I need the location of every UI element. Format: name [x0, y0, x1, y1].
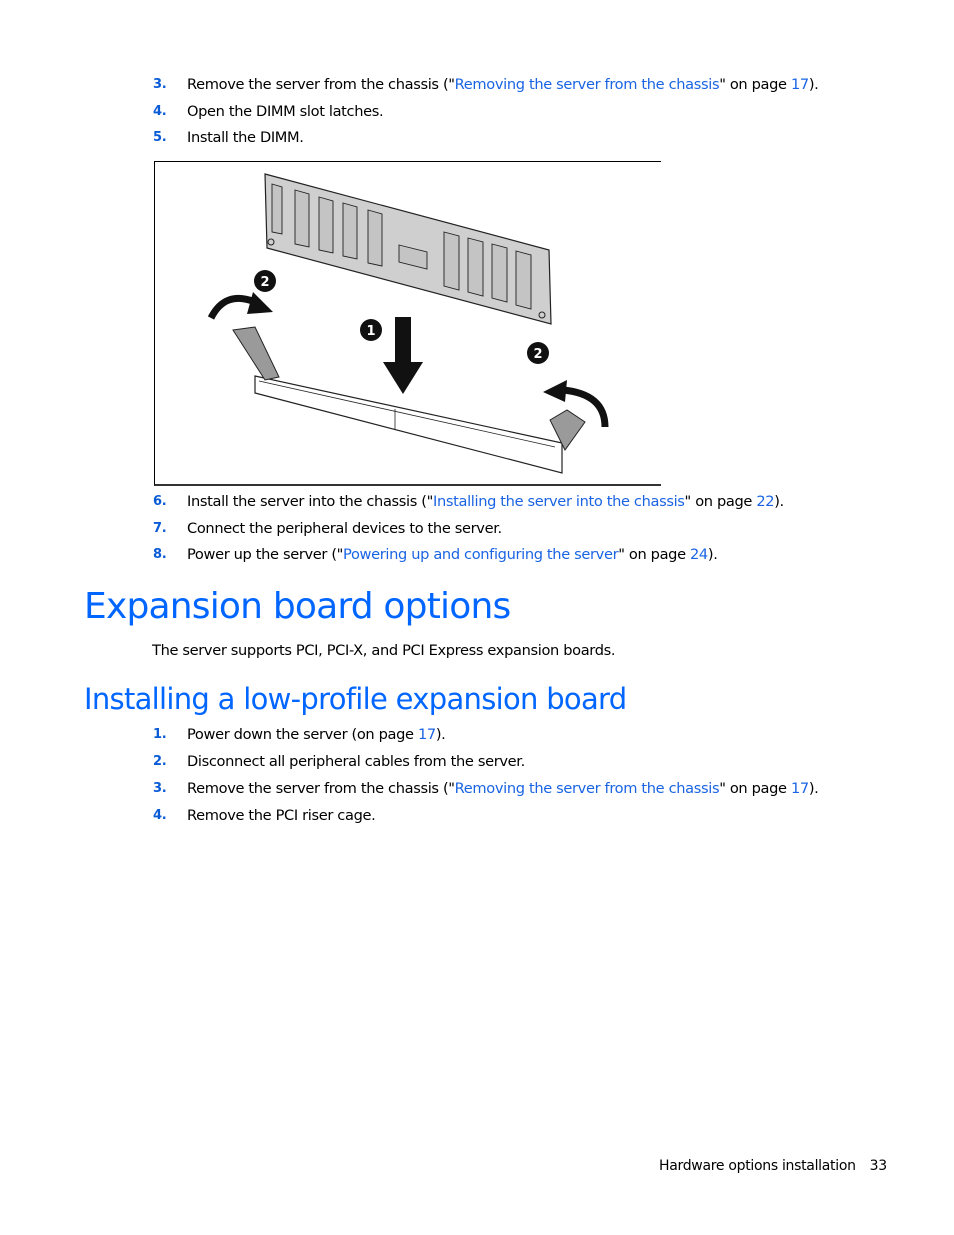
step-text: Power up the server ("Powering up and co…: [187, 546, 718, 563]
step-item: 8. Power up the server ("Powering up and…: [0, 546, 954, 566]
step-text: Connect the peripheral devices to the se…: [187, 520, 502, 537]
step-number: 1.: [153, 727, 167, 742]
step-number: 4.: [153, 104, 167, 119]
step-item: 3. Remove the server from the chassis ("…: [0, 780, 954, 800]
step-text-prefix: Power up the server (": [187, 546, 344, 563]
step-text-suffix: ).: [808, 76, 819, 93]
step-item: 2. Disconnect all peripheral cables from…: [0, 753, 954, 773]
step-text-prefix: Remove the server from the chassis (": [187, 780, 455, 797]
footer-section-name: Hardware options installation: [659, 1158, 856, 1174]
step-text-suffix: ).: [808, 780, 819, 797]
step-number: 8.: [153, 547, 167, 562]
step-text-prefix: Remove the server from the chassis (": [187, 76, 455, 93]
step-text-mid: " on page: [719, 76, 791, 93]
step-number: 3.: [153, 781, 167, 796]
step-text-mid: " on page: [719, 780, 791, 797]
step-text-suffix: ).: [435, 726, 446, 743]
link-powering-up[interactable]: Powering up and configuring the server: [343, 546, 619, 563]
page-link[interactable]: 22: [756, 493, 774, 510]
step-item: 4. Open the DIMM slot latches.: [0, 103, 954, 123]
step-text-prefix: Power down the server (on page: [187, 726, 418, 743]
step-text-mid: " on page: [684, 493, 757, 510]
page-link[interactable]: 17: [791, 780, 809, 797]
page-number: 33: [869, 1158, 888, 1174]
step-number: 5.: [153, 130, 167, 145]
step-text-suffix: ).: [707, 546, 718, 563]
step-item: 7. Connect the peripheral devices to the…: [0, 520, 954, 540]
step-text: Open the DIMM slot latches.: [187, 103, 384, 120]
step-number: 7.: [153, 521, 167, 536]
link-removing-server[interactable]: Removing the server from the chassis: [455, 780, 720, 797]
link-removing-server[interactable]: Removing the server from the chassis: [455, 76, 720, 93]
subsection-title: Installing a low-profile expansion board: [84, 682, 627, 716]
step-number: 6.: [153, 494, 167, 509]
section-body: The server supports PCI, PCI-X, and PCI …: [152, 642, 616, 659]
link-installing-server[interactable]: Installing the server into the chassis: [433, 493, 685, 510]
callout-1: 1: [360, 319, 382, 341]
step-text-prefix: Install the server into the chassis (": [187, 493, 434, 510]
step-number: 4.: [153, 808, 167, 823]
svg-text:2: 2: [533, 347, 542, 362]
page-footer: Hardware options installation 33: [659, 1158, 887, 1174]
step-text: Install the DIMM.: [187, 129, 304, 146]
svg-text:1: 1: [366, 324, 375, 339]
step-item: 4. Remove the PCI riser cage.: [0, 807, 954, 827]
step-text-mid: " on page: [618, 546, 690, 563]
step-text: Power down the server (on page 17).: [187, 726, 446, 743]
step-text-suffix: ).: [774, 493, 784, 510]
step-item: 5. Install the DIMM.: [0, 129, 954, 149]
dimm-install-figure: 1 2 2: [154, 161, 661, 486]
step-text: Disconnect all peripheral cables from th…: [187, 753, 525, 770]
step-text: Install the server into the chassis ("In…: [187, 493, 784, 510]
svg-text:2: 2: [260, 275, 269, 290]
dimm-illustration: 1 2 2: [207, 173, 609, 474]
step-item: 3. Remove the server from the chassis ("…: [0, 76, 954, 96]
down-arrow-icon: [383, 317, 423, 394]
curved-arrow-left-icon: [207, 295, 257, 320]
step-item: 6. Install the server into the chassis (…: [0, 493, 954, 513]
step-text: Remove the server from the chassis ("Rem…: [187, 76, 819, 93]
left-latch: [232, 326, 280, 381]
step-text: Remove the PCI riser cage.: [187, 807, 376, 824]
page-link[interactable]: 24: [690, 546, 708, 563]
callout-2-right: 2: [527, 342, 549, 364]
step-number: 3.: [153, 77, 167, 92]
step-text: Remove the server from the chassis ("Rem…: [187, 780, 819, 797]
step-item: 1. Power down the server (on page 17).: [0, 726, 954, 746]
page-link[interactable]: 17: [418, 726, 436, 743]
callout-2-left: 2: [254, 270, 276, 292]
page-link[interactable]: 17: [791, 76, 809, 93]
section-title: Expansion board options: [84, 586, 511, 627]
step-number: 2.: [153, 754, 167, 769]
